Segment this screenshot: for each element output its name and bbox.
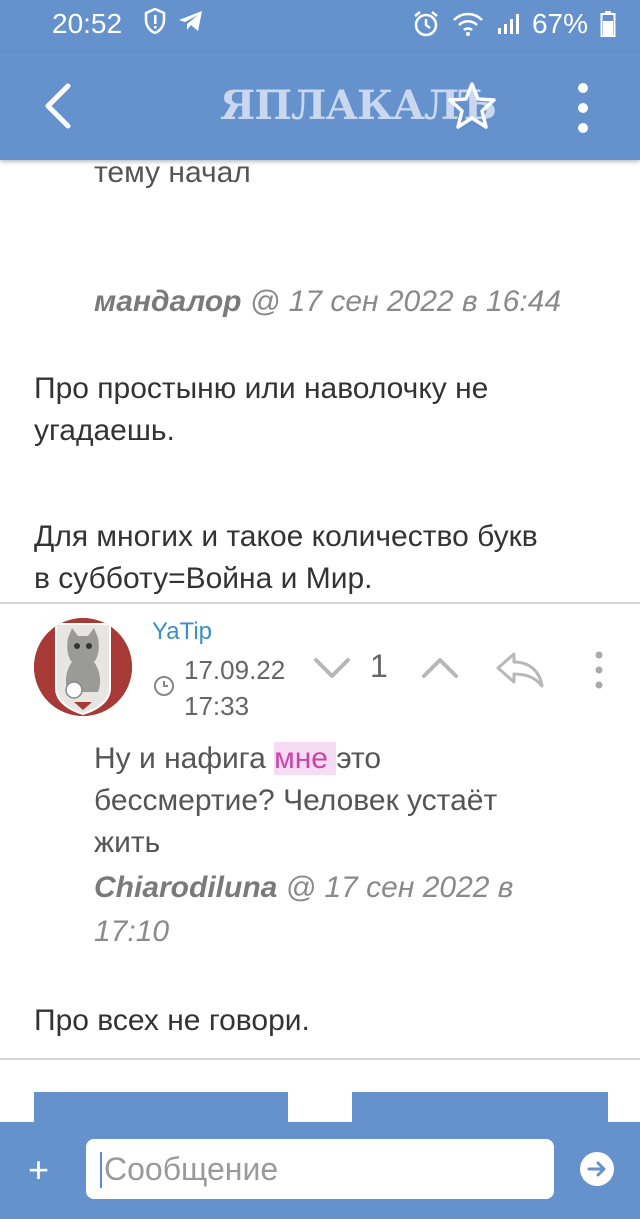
post-body-line: в субботу=Война и Мир.	[34, 562, 373, 595]
post-more-icon[interactable]	[592, 650, 606, 690]
quote-text: Ну и нафига мне это бессмертие? Человек …	[94, 738, 497, 864]
reply-icon[interactable]	[494, 650, 546, 690]
quote-author-meta: @ 17 сен 2022 в 16:44	[241, 285, 562, 318]
quote-attribution: мандалор @ 17 сен 2022 в 16:44	[94, 280, 561, 324]
post-datetime: 17.09.22 17:33	[184, 652, 285, 724]
quote-line: бессмертие? Человек устаёт	[94, 784, 498, 817]
post-body-line: Для многих и такое количество букв	[34, 520, 538, 553]
shield-alert-icon	[144, 8, 166, 34]
signal-icon	[497, 14, 519, 34]
quote-author-meta: @ 17 сен 2022 в	[277, 871, 514, 904]
highlighted-text: мне	[274, 742, 337, 775]
post-date: 17.09.22	[184, 655, 286, 685]
action-button[interactable]	[34, 1092, 288, 1122]
action-button[interactable]	[352, 1092, 608, 1122]
status-bar: 20:52 67%	[0, 0, 640, 52]
avatar[interactable]	[34, 618, 132, 716]
post-divider	[0, 602, 640, 604]
more-vertical-icon[interactable]	[568, 78, 598, 138]
quote-line: это	[336, 742, 382, 775]
star-icon[interactable]	[446, 80, 498, 132]
post-divider	[0, 1058, 640, 1060]
quote-line: Ну и нафига	[94, 742, 275, 775]
message-input[interactable]: Сообщение	[86, 1139, 554, 1199]
post-body: Про простыню или наволочку не угадаешь. …	[34, 368, 538, 600]
vote-up-icon[interactable]	[420, 654, 460, 682]
send-icon[interactable]	[580, 1152, 614, 1186]
post-body-line: Про простыню или наволочку не	[34, 372, 489, 405]
quote-text: тему начал	[94, 156, 251, 189]
add-attachment-button[interactable]: +	[28, 1152, 49, 1188]
cat-emblem-icon	[34, 618, 132, 716]
back-icon[interactable]	[36, 78, 80, 134]
quote-line: жить	[94, 826, 161, 859]
post-username[interactable]: YaTip	[152, 618, 212, 646]
alarm-icon	[414, 11, 438, 37]
quote-author-name[interactable]: мандалор	[94, 285, 242, 318]
vote-count: 1	[370, 648, 388, 684]
text-caret	[100, 1152, 102, 1188]
telegram-icon	[179, 11, 202, 31]
post-body: Про всех не говори.	[34, 1004, 310, 1037]
post-time: 17:33	[184, 691, 250, 721]
battery-icon	[600, 11, 616, 37]
quote-author-meta: 17:10	[94, 915, 170, 948]
quote-attribution: Chiarodiluna @ 17 сен 2022 в 17:10	[94, 866, 513, 954]
quote-author-name[interactable]: Chiarodiluna	[94, 871, 277, 904]
wifi-icon	[453, 12, 483, 36]
status-time: 20:52	[52, 8, 123, 39]
app-bar: ЯПЛАКАЛЪ	[0, 52, 640, 160]
message-composer: + Сообщение	[0, 1122, 640, 1219]
vote-down-icon[interactable]	[312, 654, 352, 682]
post-body-line: угадаешь.	[34, 414, 175, 447]
clock-icon	[154, 676, 174, 696]
battery-percent: 67%	[531, 8, 588, 39]
